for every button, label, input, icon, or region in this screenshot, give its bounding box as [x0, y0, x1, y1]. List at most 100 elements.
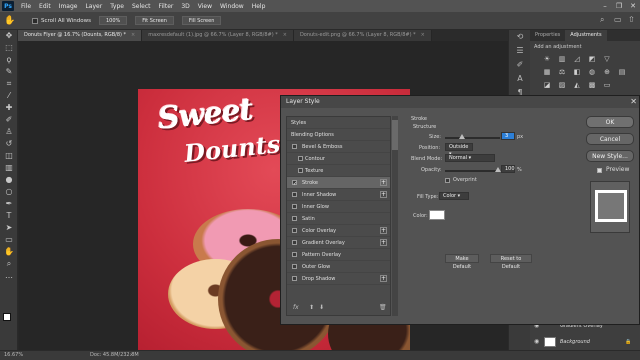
levels-icon[interactable]: ▥: [557, 55, 567, 64]
hand-tool-icon[interactable]: ✋: [0, 246, 18, 258]
tab-donuts-flyer[interactable]: Donuts Flyer @ 16.7% (Dounts, RGB/8) * ×: [18, 30, 143, 41]
eraser-tool-icon[interactable]: ◫: [0, 150, 18, 162]
make-default-button[interactable]: Make Default: [445, 254, 479, 270]
crop-tool-icon[interactable]: ⌗: [0, 78, 18, 90]
menu-edit[interactable]: Edit: [35, 3, 55, 10]
move-up-icon[interactable]: ⬆: [309, 304, 314, 311]
menu-filter[interactable]: Filter: [155, 3, 178, 10]
style-checkbox[interactable]: [292, 252, 297, 257]
eyedropper-tool-icon[interactable]: ⁄: [0, 90, 18, 102]
size-input[interactable]: 3: [501, 132, 515, 140]
reset-to-default-button[interactable]: Reset to Default: [490, 254, 532, 270]
properties-icon[interactable]: ☰: [509, 44, 531, 58]
style-item-contour[interactable]: Contour: [287, 153, 390, 165]
style-checkbox[interactable]: [298, 156, 303, 161]
move-down-icon[interactable]: ⬇: [319, 304, 324, 311]
style-item-drop-shadow[interactable]: Drop Shadow +: [287, 273, 390, 285]
type-tool-icon[interactable]: T: [0, 210, 18, 222]
search-icon[interactable]: ⌕: [600, 15, 610, 25]
style-item-bevel-emboss[interactable]: Bevel & Emboss: [287, 141, 390, 153]
opacity-input[interactable]: 100: [501, 165, 515, 173]
curves-icon[interactable]: ◿: [572, 55, 582, 64]
close-window-button[interactable]: ✕: [626, 0, 640, 12]
style-checkbox[interactable]: [292, 178, 297, 190]
add-style-icon[interactable]: +: [380, 179, 387, 186]
more-tools-icon[interactable]: …: [0, 270, 18, 282]
blur-tool-icon[interactable]: ●: [0, 174, 18, 186]
style-item-outer-glow[interactable]: Outer Glow: [287, 261, 390, 273]
scroll-all-windows-checkbox[interactable]: [32, 17, 38, 24]
opacity-slider[interactable]: [445, 170, 500, 172]
path-select-tool-icon[interactable]: ➤: [0, 222, 18, 234]
pen-tool-icon[interactable]: ✒: [0, 198, 18, 210]
style-checkbox[interactable]: [292, 276, 297, 281]
brush-tool-icon[interactable]: ✐: [0, 114, 18, 126]
photo-filter-icon[interactable]: ◍: [587, 68, 597, 77]
lasso-tool-icon[interactable]: ϙ: [0, 54, 18, 66]
fill-type-select[interactable]: Color ▾: [439, 192, 469, 200]
marquee-tool-icon[interactable]: ⬚: [0, 42, 18, 54]
add-style-icon[interactable]: +: [380, 275, 387, 282]
style-checkbox[interactable]: [292, 240, 297, 245]
style-checkbox[interactable]: [292, 192, 297, 197]
zoom-tool-icon[interactable]: ⌕: [0, 258, 18, 270]
minimize-button[interactable]: –: [598, 0, 612, 12]
menu-layer[interactable]: Layer: [81, 3, 106, 10]
add-style-icon[interactable]: +: [380, 239, 387, 246]
blend-mode-select[interactable]: Normal ▾: [445, 154, 495, 162]
color-lookup-icon[interactable]: ▤: [617, 68, 627, 77]
character-icon[interactable]: A: [509, 72, 531, 86]
restore-button[interactable]: ❐: [612, 0, 626, 12]
hue-saturation-icon[interactable]: ▦: [542, 68, 552, 77]
menu-3d[interactable]: 3D: [177, 3, 193, 10]
tab-donuts-edit[interactable]: Donuts-edit.png @ 66.7% (Layer 8, RGB/8#…: [293, 30, 432, 41]
clone-stamp-tool-icon[interactable]: ♙: [0, 126, 18, 138]
blending-options[interactable]: Blending Options: [287, 129, 390, 141]
ok-button[interactable]: OK: [586, 116, 634, 128]
foreground-color-swatch[interactable]: [3, 313, 11, 321]
style-item-satin[interactable]: Satin: [287, 213, 390, 225]
style-item-texture[interactable]: Texture: [287, 165, 390, 177]
size-slider-knob[interactable]: [458, 134, 465, 139]
zoom-readout[interactable]: 16.67%: [4, 351, 23, 360]
style-checkbox[interactable]: [292, 144, 297, 149]
dodge-tool-icon[interactable]: ○: [0, 186, 18, 198]
zoom-100-button[interactable]: 100%: [98, 16, 128, 25]
menu-image[interactable]: Image: [55, 3, 82, 10]
tab-maxresdefault[interactable]: maxresdefault (1).jpg @ 66.7% (Layer 8, …: [142, 30, 294, 41]
move-tool-icon[interactable]: ✥: [0, 30, 18, 42]
close-icon[interactable]: ✕: [630, 96, 637, 108]
style-checkbox[interactable]: [292, 204, 297, 209]
healing-tool-icon[interactable]: ✚: [0, 102, 18, 114]
style-checkbox[interactable]: [292, 264, 297, 269]
share-icon[interactable]: ⇧: [628, 15, 638, 25]
menu-view[interactable]: View: [194, 3, 216, 10]
style-checkbox[interactable]: [292, 216, 297, 221]
menu-select[interactable]: Select: [128, 3, 155, 10]
brightness-icon[interactable]: ☀: [542, 55, 552, 64]
menu-file[interactable]: File: [17, 3, 35, 10]
layer-row[interactable]: ◉ Background 🔒: [530, 335, 640, 349]
gradient-map-icon[interactable]: ▭: [602, 81, 612, 90]
close-icon[interactable]: ×: [283, 32, 287, 38]
quick-select-tool-icon[interactable]: ✎: [0, 66, 18, 78]
styles-header[interactable]: Styles: [287, 117, 390, 129]
color-balance-icon[interactable]: ⚖: [557, 68, 567, 77]
posterize-icon[interactable]: ▨: [557, 81, 567, 90]
workspace-icon[interactable]: ▭: [614, 15, 624, 25]
style-item-inner-glow[interactable]: Inner Glow: [287, 201, 390, 213]
preview-checkbox[interactable]: [597, 168, 602, 173]
hand-icon[interactable]: ✋: [4, 15, 18, 27]
new-style-button[interactable]: New Style...: [586, 150, 634, 162]
shape-tool-icon[interactable]: ▭: [0, 234, 18, 246]
tab-adjustments[interactable]: Adjustments: [565, 30, 607, 41]
add-style-icon[interactable]: +: [380, 191, 387, 198]
vibrance-icon[interactable]: ▽: [602, 55, 612, 64]
menu-help[interactable]: Help: [248, 3, 270, 10]
style-item-inner-shadow[interactable]: Inner Shadow +: [287, 189, 390, 201]
style-checkbox[interactable]: [292, 228, 297, 233]
styles-scrollbar[interactable]: [392, 116, 398, 316]
dialog-title[interactable]: Layer Style: [281, 96, 639, 108]
threshold-icon[interactable]: ◭: [572, 81, 582, 90]
trash-icon[interactable]: 🗑: [379, 304, 387, 311]
